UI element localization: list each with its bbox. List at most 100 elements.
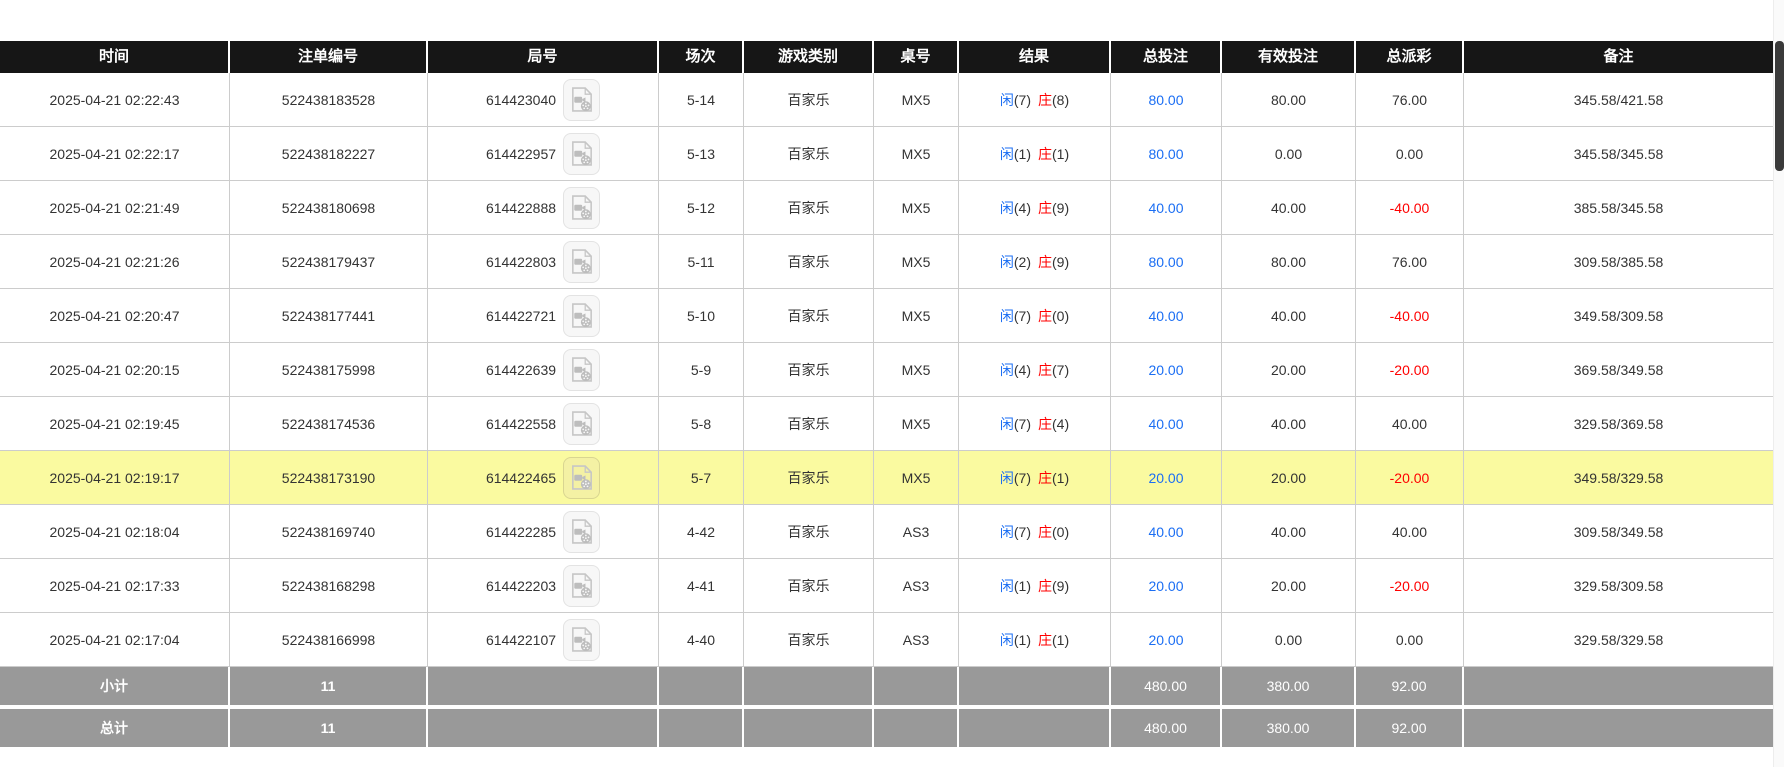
cell-table-number: MX5 bbox=[874, 235, 959, 288]
subtotal-count: 11 bbox=[230, 667, 428, 705]
video-replay-button[interactable] bbox=[563, 618, 601, 661]
video-replay-button[interactable] bbox=[563, 186, 601, 229]
column-header-remark: 备注 bbox=[1464, 41, 1773, 73]
cell-remark: 309.58/349.58 bbox=[1573, 523, 1664, 540]
video-replay-button[interactable] bbox=[563, 240, 601, 283]
column-header-valid-bet: 有效投注 bbox=[1222, 41, 1356, 73]
column-header-time: 时间 bbox=[0, 41, 230, 73]
player-score: (4) bbox=[1013, 199, 1031, 216]
cell-remark: 309.58/385.58 bbox=[1573, 253, 1664, 270]
time-text: 2025-04-21 02:19:45 bbox=[49, 415, 180, 432]
video-replay-button[interactable] bbox=[563, 132, 601, 175]
cell-valid-bet: 20.00 bbox=[1222, 559, 1356, 612]
table-row[interactable]: 2025-04-21 02:22:43 522438183528 6144230… bbox=[0, 73, 1773, 127]
total-valid-bet: 380.00 bbox=[1222, 709, 1356, 747]
banker-label: 庄 bbox=[1038, 577, 1052, 594]
video-replay-button[interactable] bbox=[563, 78, 601, 121]
cell-session: 5-8 bbox=[659, 397, 744, 450]
round-number-text: 614423040 bbox=[485, 91, 557, 108]
time-text: 2025-04-21 02:22:43 bbox=[49, 91, 180, 108]
time-text: 2025-04-21 02:20:47 bbox=[49, 307, 180, 324]
cell-remark: 329.58/369.58 bbox=[1573, 415, 1664, 432]
cell-result: 闲 (2) 庄 (9) bbox=[959, 235, 1111, 288]
banker-label: 庄 bbox=[1038, 469, 1052, 486]
video-file-icon bbox=[571, 357, 592, 382]
cell-remark: 345.58/421.58 bbox=[1573, 91, 1664, 108]
cell-table-number: MX5 bbox=[874, 73, 959, 126]
scrollbar-thumb[interactable] bbox=[1775, 41, 1784, 171]
cell-bet-number: 522438179437 bbox=[230, 235, 428, 288]
time-text: 2025-04-21 02:17:04 bbox=[49, 631, 180, 648]
table-row[interactable]: 2025-04-21 02:20:47 522438177441 6144227… bbox=[0, 289, 1773, 343]
cell-result: 闲 (7) 庄 (4) bbox=[959, 397, 1111, 450]
round-number-text: 614422803 bbox=[485, 253, 557, 270]
bet-number-text: 522438168298 bbox=[281, 577, 376, 594]
table-row[interactable]: 2025-04-21 02:21:26 522438179437 6144228… bbox=[0, 235, 1773, 289]
total-count: 11 bbox=[230, 709, 428, 747]
player-label: 闲 bbox=[999, 91, 1014, 108]
cell-session: 4-42 bbox=[659, 505, 744, 558]
bet-number-text: 522438174536 bbox=[281, 415, 376, 432]
total-label: 总计 bbox=[0, 709, 230, 747]
cell-remark: 369.58/349.58 bbox=[1573, 361, 1664, 378]
video-file-icon bbox=[571, 303, 592, 328]
video-replay-button[interactable] bbox=[563, 510, 601, 553]
cell-valid-bet: 40.00 bbox=[1222, 505, 1356, 558]
player-score: (7) bbox=[1013, 91, 1031, 108]
cell-bet-number: 522438175998 bbox=[230, 343, 428, 396]
cell-total-bet: 40.00 bbox=[1111, 181, 1222, 234]
round-number-text: 614422639 bbox=[485, 361, 557, 378]
cell-time: 2025-04-21 02:20:15 bbox=[0, 343, 230, 396]
table-row[interactable]: 2025-04-21 02:19:17 522438173190 6144224… bbox=[0, 451, 1773, 505]
table-row[interactable]: 2025-04-21 02:18:04 522438169740 6144222… bbox=[0, 505, 1773, 559]
table-row[interactable]: 2025-04-21 02:17:33 522438168298 6144222… bbox=[0, 559, 1773, 613]
video-replay-button[interactable] bbox=[563, 348, 601, 391]
table-row[interactable]: 2025-04-21 02:21:49 522438180698 6144228… bbox=[0, 181, 1773, 235]
cell-table-number: MX5 bbox=[874, 343, 959, 396]
player-score: (1) bbox=[1013, 577, 1031, 594]
cell-game-type: 百家乐 bbox=[744, 235, 874, 288]
banker-label: 庄 bbox=[1038, 307, 1052, 324]
round-number-text: 614422888 bbox=[485, 199, 557, 216]
player-score: (7) bbox=[1013, 307, 1031, 324]
table-row[interactable]: 2025-04-21 02:17:04 522438166998 6144221… bbox=[0, 613, 1773, 667]
subtotal-label: 小计 bbox=[0, 667, 230, 705]
table-row[interactable]: 2025-04-21 02:19:45 522438174536 6144225… bbox=[0, 397, 1773, 451]
total-total-bet: 480.00 bbox=[1111, 709, 1222, 747]
table-row[interactable]: 2025-04-21 02:22:17 522438182227 6144229… bbox=[0, 127, 1773, 181]
player-score: (1) bbox=[1013, 631, 1031, 648]
video-replay-button[interactable] bbox=[563, 402, 601, 445]
cell-payout: -40.00 bbox=[1356, 289, 1464, 342]
cell-session: 5-12 bbox=[659, 181, 744, 234]
cell-table-number: MX5 bbox=[874, 397, 959, 450]
cell-table-number: MX5 bbox=[874, 127, 959, 180]
table-row[interactable]: 2025-04-21 02:20:15 522438175998 6144226… bbox=[0, 343, 1773, 397]
cell-time: 2025-04-21 02:22:43 bbox=[0, 73, 230, 126]
banker-label: 庄 bbox=[1038, 199, 1052, 216]
cell-result: 闲 (1) 庄 (9) bbox=[959, 559, 1111, 612]
bet-records-screen: 时间 注单编号 局号 场次 游戏类别 桌号 结果 总投注 有效投注 总派彩 备注… bbox=[0, 0, 1784, 767]
video-replay-button[interactable] bbox=[563, 294, 601, 337]
cell-total-bet: 40.00 bbox=[1111, 505, 1222, 558]
player-label: 闲 bbox=[999, 307, 1014, 324]
bet-number-text: 522438166998 bbox=[281, 631, 376, 648]
player-label: 闲 bbox=[999, 415, 1014, 432]
cell-result: 闲 (1) 庄 (1) bbox=[959, 613, 1111, 666]
cell-total-bet: 80.00 bbox=[1111, 235, 1222, 288]
video-file-icon bbox=[571, 195, 592, 220]
cell-payout: -20.00 bbox=[1356, 451, 1464, 504]
cell-payout: 40.00 bbox=[1356, 505, 1464, 558]
video-replay-button[interactable] bbox=[563, 564, 601, 607]
cell-remark: 329.58/309.58 bbox=[1573, 577, 1664, 594]
bet-number-text: 522438175998 bbox=[281, 361, 376, 378]
cell-round-number: 614422203 bbox=[428, 559, 659, 612]
cell-remark: 349.58/329.58 bbox=[1573, 469, 1664, 486]
player-score: (7) bbox=[1013, 523, 1031, 540]
round-number-text: 614422107 bbox=[485, 631, 557, 648]
video-replay-button[interactable] bbox=[563, 456, 601, 499]
cell-bet-number: 522438174536 bbox=[230, 397, 428, 450]
round-number-text: 614422465 bbox=[485, 469, 557, 486]
bet-number-text: 522438183528 bbox=[281, 91, 376, 108]
vertical-scrollbar[interactable] bbox=[1773, 0, 1784, 767]
player-score: (2) bbox=[1013, 253, 1031, 270]
